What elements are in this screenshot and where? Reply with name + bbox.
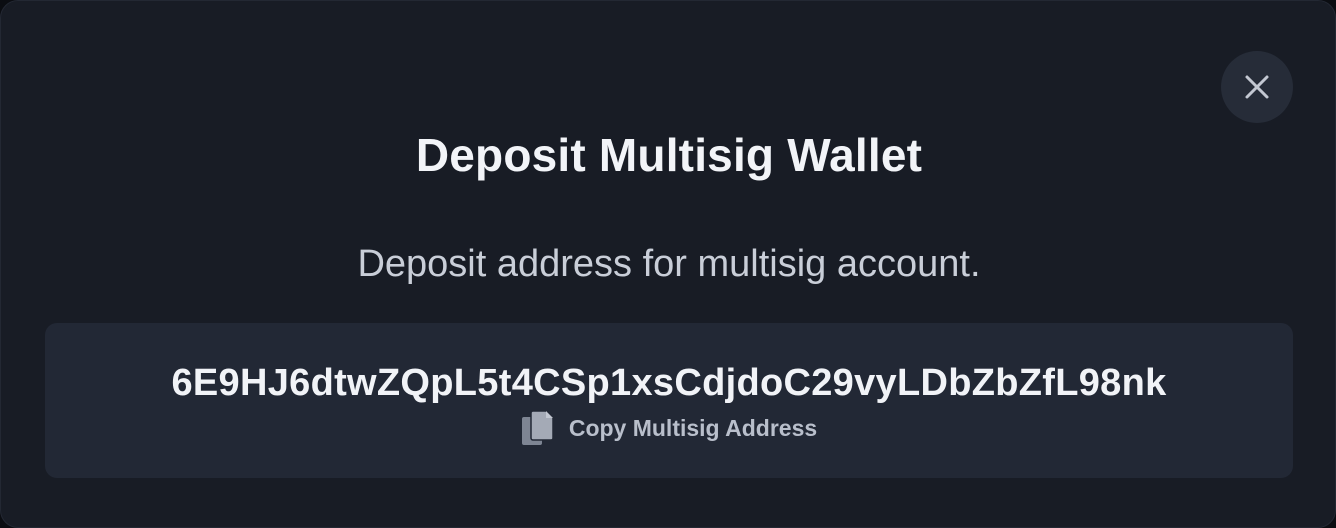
multisig-address: 6E9HJ6dtwZQpL5t4CSp1xsCdjdoC29vyLDbZbZfL… [171, 362, 1167, 404]
modal-subtitle: Deposit address for multisig account. [357, 243, 981, 285]
close-icon [1243, 73, 1271, 101]
close-button[interactable] [1221, 51, 1293, 123]
deposit-multisig-modal: Deposit Multisig Wallet Deposit address … [0, 0, 1336, 528]
address-box: 6E9HJ6dtwZQpL5t4CSp1xsCdjdoC29vyLDbZbZfL… [45, 323, 1293, 478]
copy-address-button[interactable]: Copy Multisig Address [45, 409, 1293, 447]
modal-title: Deposit Multisig Wallet [415, 129, 923, 181]
copy-icon [521, 409, 555, 447]
copy-address-label: Copy Multisig Address [568, 415, 818, 441]
